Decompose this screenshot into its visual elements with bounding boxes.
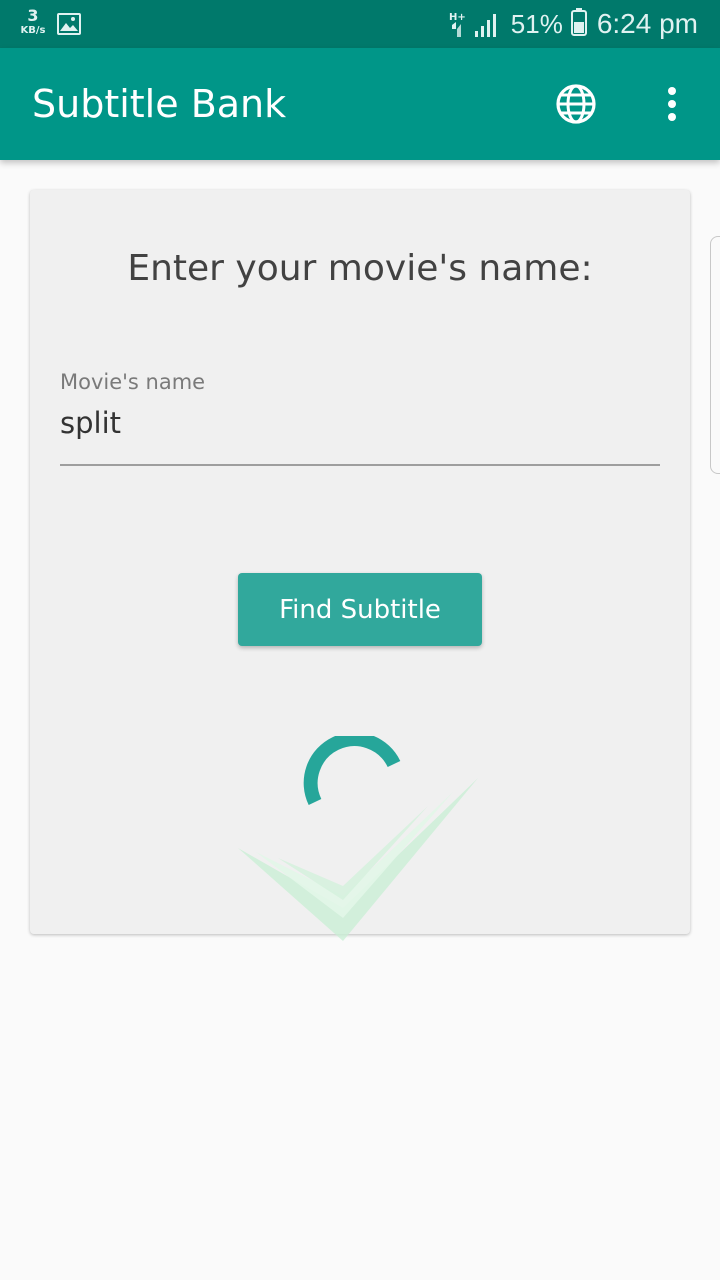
- signal-icon: H+: [449, 9, 503, 39]
- find-subtitle-button[interactable]: Find Subtitle: [238, 573, 482, 646]
- loading-spinner: [303, 736, 401, 806]
- app-title: Subtitle Bank: [32, 82, 287, 126]
- language-button[interactable]: [552, 80, 600, 128]
- battery-percent: 51%: [510, 8, 563, 39]
- network-speed: 3 KB/s: [16, 8, 50, 36]
- network-speed-unit: KB/s: [20, 25, 46, 36]
- globe-icon: [556, 84, 596, 124]
- network-type: H+: [449, 12, 466, 23]
- more-vert-icon: [668, 87, 676, 121]
- input-underline: [60, 464, 660, 466]
- battery-icon: [570, 8, 587, 40]
- image-icon: [57, 13, 81, 39]
- network-speed-value: 3: [27, 6, 39, 25]
- movie-name-input[interactable]: [60, 398, 660, 448]
- card-heading: Enter your movie's name:: [127, 248, 593, 289]
- movie-name-label: Movie's name: [60, 370, 206, 394]
- next-page-card-peek: [710, 236, 720, 474]
- overflow-menu-button[interactable]: [648, 80, 696, 128]
- clock: 6:24 pm: [596, 8, 698, 39]
- search-card: Enter your movie's name: Movie's name Fi…: [30, 190, 690, 941]
- status-bar: 3 KB/s H+ 51% 6:24 pm: [0, 0, 720, 48]
- app-bar: Subtitle Bank: [0, 48, 720, 160]
